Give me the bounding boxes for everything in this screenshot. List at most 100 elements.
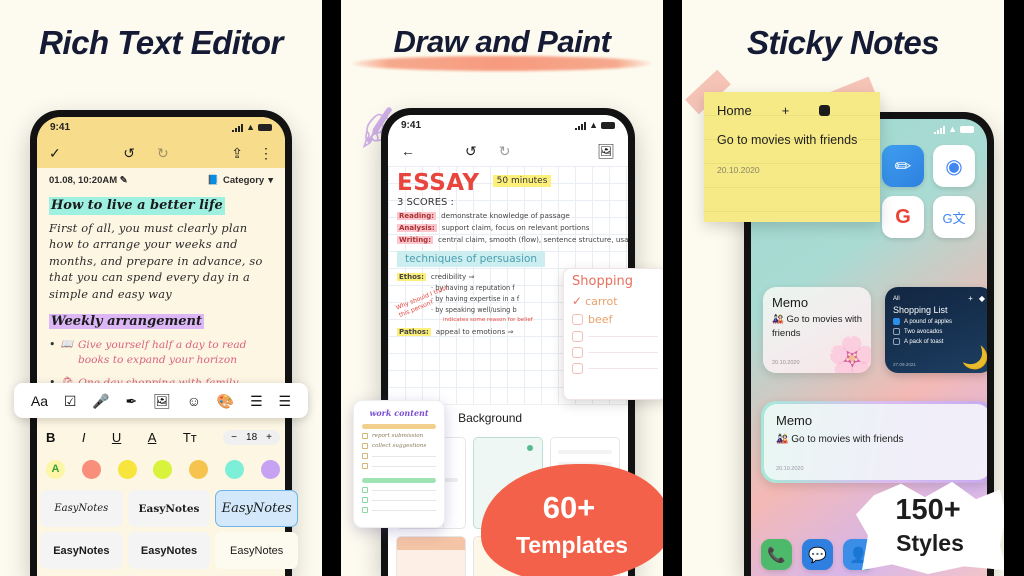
font-option[interactable]: EasyNotes [127, 532, 211, 569]
increase-size-button[interactable]: + [266, 432, 272, 443]
font-option-selected[interactable]: EasyNotes [215, 490, 298, 527]
shopping-list-widget[interactable]: All + ◆ Shopping List A pound of apples … [885, 287, 987, 373]
text-color-button[interactable]: A [46, 459, 65, 479]
checkbox-icon[interactable] [572, 331, 583, 342]
memo-widget-small[interactable]: Memo 🎎 Go to movies with friends 🌸 20.10… [763, 287, 871, 373]
checkbox-icon[interactable] [893, 338, 900, 345]
color-swatch[interactable] [117, 459, 137, 479]
shopping-card-item[interactable] [572, 347, 658, 358]
color-swatch[interactable] [225, 459, 245, 479]
shopping-widget-item[interactable]: A pound of apples [893, 318, 985, 325]
check-icon[interactable]: ✓ [49, 146, 61, 160]
work-content-card[interactable]: work content report submission collect s… [353, 400, 445, 528]
pen-icon[interactable]: ✒ [126, 394, 138, 408]
checkbox-icon[interactable] [572, 363, 583, 374]
translate-app-icon[interactable]: G文 [933, 196, 975, 238]
text-size-icon[interactable]: Tт [183, 430, 197, 445]
messages-app-icon[interactable]: 💬 [802, 539, 833, 570]
work-card-item[interactable] [362, 507, 436, 513]
template-card[interactable] [396, 536, 466, 576]
work-card-item[interactable] [362, 463, 436, 469]
undo-icon[interactable]: ↺ [123, 146, 135, 160]
font-option[interactable]: EasyNotes [40, 490, 123, 527]
checkbox-icon[interactable] [362, 463, 368, 469]
book-icon: 📘 [207, 175, 220, 186]
undo-icon[interactable]: ↺ [465, 144, 477, 158]
more-icon[interactable]: ◆ [979, 294, 985, 303]
work-card-item[interactable]: report submission [362, 433, 436, 439]
shopping-widget-item-label: Two avocados [904, 328, 943, 335]
checkbox-icon[interactable] [362, 487, 368, 493]
memo-widget-large[interactable]: Memo 🎎 Go to movies with friends 20.10.2… [761, 401, 987, 483]
shopping-widget-item[interactable]: Two avocados [893, 328, 985, 335]
note-bullet-item: • 📖 Give yourself half a day to read boo… [49, 338, 273, 368]
font-option[interactable]: EasyNotes [40, 532, 123, 569]
work-card-item[interactable] [362, 487, 436, 493]
font-option[interactable]: EasyNotes [215, 532, 298, 569]
insert-image-icon[interactable]: 🖼 [597, 144, 615, 158]
check-icon[interactable]: ✓ [572, 294, 582, 308]
add-icon[interactable]: + [782, 103, 790, 118]
checkbox-icon[interactable] [362, 497, 368, 503]
memo-large-body: 🎎 Go to movies with friends [776, 434, 978, 445]
shopping-card-item[interactable] [572, 331, 658, 342]
shopping-card-item[interactable]: beef [572, 313, 658, 326]
emoji-icon[interactable]: ☺ [187, 394, 201, 408]
note-timestamp[interactable]: 01.08, 10:20AM ✎ [49, 175, 128, 186]
work-card-item[interactable] [362, 453, 436, 459]
checkbox-icon[interactable] [893, 328, 900, 335]
text-style-icon[interactable]: Aa [31, 394, 48, 408]
color-swatch[interactable] [153, 459, 173, 479]
gear-icon[interactable] [819, 105, 831, 116]
redo-icon[interactable]: ↻ [499, 144, 511, 158]
shopping-checklist-card[interactable]: Shopping ✓ carrot beef [563, 268, 663, 400]
italic-button[interactable]: I [82, 430, 86, 445]
bold-button[interactable]: B [46, 430, 55, 445]
shopping-card-item[interactable] [572, 363, 658, 374]
checkbox-icon[interactable] [362, 507, 368, 513]
share-icon[interactable]: ⇪ [231, 146, 243, 160]
signal-bars-icon [934, 125, 946, 134]
more-vertical-icon[interactable]: ⋮ [259, 146, 273, 160]
shopping-widget-item[interactable]: A pack of toast [893, 338, 985, 345]
work-card-highlight-bar [362, 424, 436, 429]
google-app-icon[interactable]: G [882, 196, 924, 238]
image-icon[interactable]: 🖼 [153, 394, 171, 408]
checkbox-icon[interactable] [362, 433, 368, 439]
essay-score-tag: Analysis: [397, 224, 437, 232]
color-swatch[interactable] [81, 459, 101, 479]
palette-icon[interactable]: 🎨 [217, 394, 234, 408]
pencil-icon[interactable]: ✎ [120, 175, 128, 186]
checkbox-icon[interactable] [362, 443, 368, 449]
work-card-item[interactable]: collect suggestions [362, 443, 436, 449]
numbered-list-icon[interactable]: ☰ [278, 394, 291, 408]
note-heading-2: Weekly arrangement [49, 314, 204, 330]
checkbox-icon[interactable] [572, 314, 583, 325]
redo-icon[interactable]: ↻ [157, 146, 169, 160]
phone-app-icon[interactable]: 📞 [761, 539, 792, 570]
checkbox-icon[interactable] [362, 453, 368, 459]
work-card-item[interactable] [362, 497, 436, 503]
badge-count: 60+ [542, 490, 596, 525]
category-selector[interactable]: 📘 Category ▾ [207, 175, 273, 186]
checklist-icon[interactable]: ☑ [64, 394, 77, 408]
color-swatch[interactable] [189, 459, 209, 479]
shopping-card-item[interactable]: ✓ carrot [572, 294, 658, 308]
underline-button[interactable]: U [112, 430, 121, 445]
bullet-list-icon[interactable]: ☰ [250, 394, 263, 408]
back-icon[interactable]: ← [401, 144, 415, 158]
checkbox-icon[interactable] [893, 318, 900, 325]
color-swatch[interactable] [260, 459, 280, 479]
shopping-item-label: carrot [585, 294, 618, 308]
decrease-size-button[interactable]: − [231, 432, 237, 443]
add-icon[interactable]: + [968, 294, 973, 303]
microphone-icon[interactable]: 🎤 [92, 394, 109, 408]
notes-app-icon[interactable]: ✏ [882, 145, 924, 187]
chrome-app-icon[interactable]: ◉ [933, 145, 975, 187]
checkbox-icon[interactable] [572, 347, 583, 358]
strikethrough-button[interactable]: A [148, 430, 157, 445]
note-body[interactable]: How to live a better life First of all, … [37, 190, 285, 391]
battery-icon [601, 122, 615, 129]
font-option[interactable]: EasyNotes [127, 490, 211, 527]
sticky-note-widget[interactable]: Home + Go to movies with friends 20.10.2… [704, 92, 880, 222]
